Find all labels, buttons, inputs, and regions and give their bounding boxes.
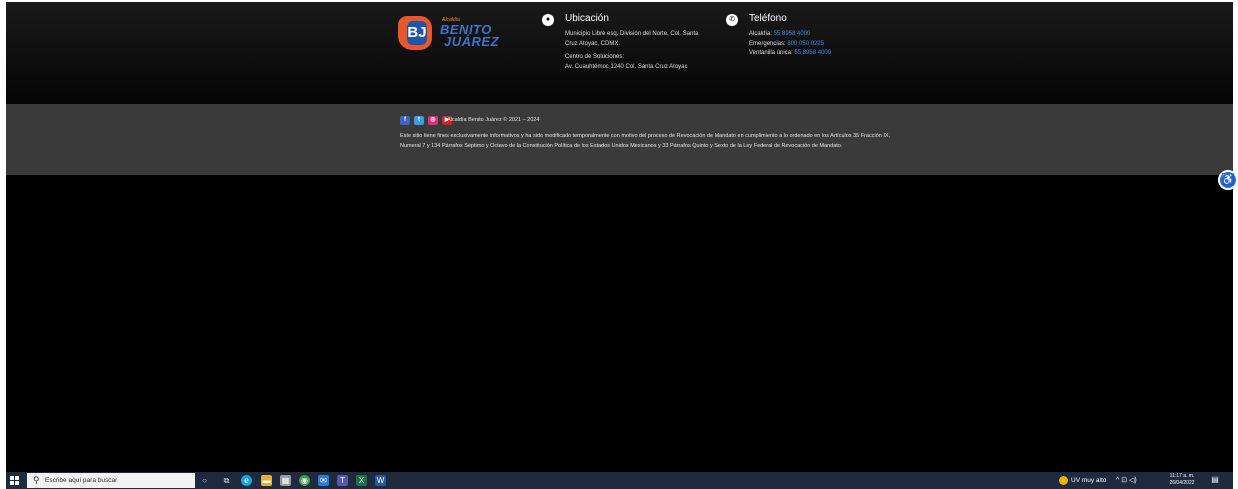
location-title: Ubicación bbox=[565, 13, 609, 24]
disclaimer-text: Este sitio tiene fines exclusivamente in… bbox=[400, 133, 891, 149]
tray-icons[interactable]: ^ ⊡ ◁) bbox=[1116, 472, 1137, 489]
phone-body: Alcaldía: 55 8958 4000 Emergencias: 800 … bbox=[749, 30, 889, 59]
social-links: f t ◎ ▶ bbox=[400, 116, 452, 125]
alcaldia-logo[interactable]: BJ Alcaldía BENITO JUÁREZ bbox=[398, 16, 499, 50]
excel-icon[interactable]: X bbox=[356, 475, 367, 486]
phone-label: Ventanilla única: bbox=[749, 50, 793, 56]
instagram-icon[interactable]: ◎ bbox=[428, 116, 438, 125]
twitter-icon[interactable]: t bbox=[414, 116, 424, 125]
weather-text[interactable]: UV muy alto bbox=[1071, 472, 1106, 489]
windows-taskbar: ⚲ Escribe aquí para buscar ○ ⧉ e ▬ ▦ ◉ ✉… bbox=[6, 472, 1233, 489]
accessibility-icon[interactable]: ♿ bbox=[1218, 170, 1238, 190]
footer-top: BJ Alcaldía BENITO JUÁREZ ● Ubicación Mu… bbox=[6, 2, 1233, 104]
teams-icon[interactable]: T bbox=[337, 475, 348, 486]
map-pin-icon: ● bbox=[542, 14, 554, 26]
browser-viewport: BJ Alcaldía BENITO JUÁREZ ● Ubicación Mu… bbox=[6, 2, 1238, 472]
phone-title: Teléfono bbox=[749, 13, 787, 24]
phone-row-ventanilla: Ventanilla única: 55 8958 4000 bbox=[749, 49, 889, 59]
mail-icon[interactable]: ✉ bbox=[318, 475, 329, 486]
phone-link-alcaldia[interactable]: 55 8958 4000 bbox=[774, 31, 811, 37]
windows-start-icon[interactable] bbox=[10, 476, 19, 485]
word-icon[interactable]: W bbox=[375, 475, 386, 486]
task-view-icon[interactable]: ⧉ bbox=[221, 475, 232, 486]
phone-row-emergencias: Emergencias: 800 050 0225 bbox=[749, 40, 889, 50]
search-placeholder: Escribe aquí para buscar bbox=[45, 477, 118, 484]
footer-bottom: f t ◎ ▶ Alcaldía Benito Juárez © 2021 – … bbox=[6, 104, 1233, 175]
file-explorer-icon[interactable]: ▬ bbox=[261, 475, 272, 486]
clock-date: 26/04/2022 bbox=[1169, 480, 1195, 486]
logo-badge: BJ bbox=[398, 16, 432, 50]
copyright-text: Alcaldía Benito Juárez © 2021 – 2024 bbox=[447, 117, 540, 123]
search-icon: ⚲ bbox=[33, 475, 40, 485]
chrome-icon[interactable]: ◉ bbox=[299, 475, 310, 486]
facebook-icon[interactable]: f bbox=[400, 116, 410, 125]
phone-icon: ✆ bbox=[726, 14, 738, 26]
clock-time: 11:17 a. m. bbox=[1169, 473, 1195, 479]
phone-label: Emergencias: bbox=[749, 40, 786, 47]
store-icon[interactable]: ▦ bbox=[280, 475, 291, 486]
edge-icon[interactable]: e bbox=[241, 475, 252, 486]
logo-name-line2: JUÁREZ bbox=[444, 34, 500, 49]
phone-row-alcaldia: Alcaldía: 55 8958 4000 bbox=[749, 30, 889, 40]
center-address: Av. Cuauhtémoc 1240 Col. Santa Cruz Atoy… bbox=[565, 63, 688, 70]
notifications-icon[interactable]: ▤ bbox=[1210, 475, 1220, 485]
weather-icon[interactable] bbox=[1059, 476, 1068, 485]
location-address: Municipio Libre esq. División del Norte,… bbox=[565, 31, 699, 47]
taskbar-search-input[interactable]: ⚲ Escribe aquí para buscar bbox=[27, 473, 195, 488]
logo-badge-text: BJ bbox=[407, 21, 427, 45]
taskbar-clock[interactable]: 11:17 a. m. 26/04/2022 bbox=[1168, 473, 1196, 487]
phone-link-ventanilla[interactable]: 55 8958 4000 bbox=[794, 50, 831, 56]
phone-label: Alcaldía: bbox=[749, 31, 773, 37]
center-label: Centro de Soluciones: bbox=[565, 54, 625, 60]
cortana-icon[interactable]: ○ bbox=[199, 475, 210, 486]
phone-link-emergencias[interactable]: 800 050 0225 bbox=[787, 41, 824, 47]
location-body: Municipio Libre esq. División del Norte,… bbox=[565, 30, 705, 76]
